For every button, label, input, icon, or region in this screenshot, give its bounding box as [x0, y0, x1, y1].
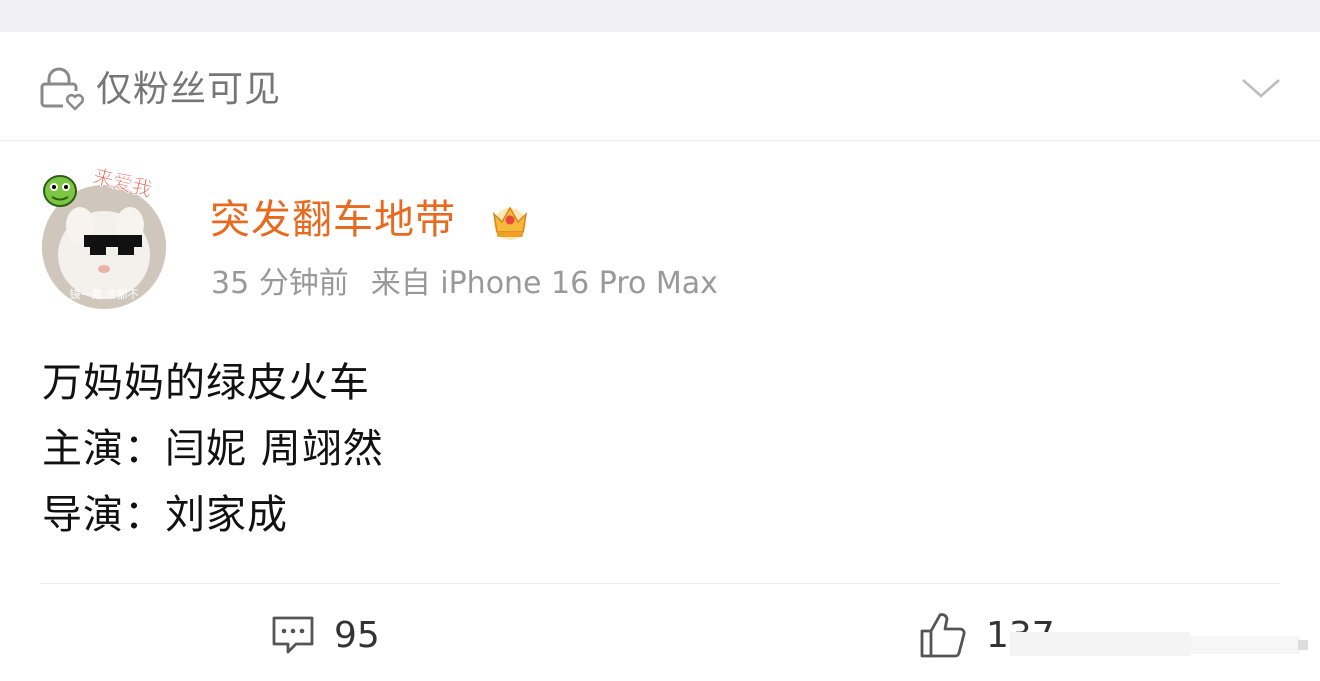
post-line: 导演：刘家成 — [42, 492, 288, 538]
comment-count: 95 — [334, 614, 380, 656]
post-time: 35 分钟前 — [211, 266, 349, 301]
watermark — [1010, 632, 1308, 656]
visibility-bar[interactable]: 仅粉丝可见 — [0, 32, 1320, 141]
comment-icon — [272, 616, 314, 654]
visibility-label: 仅粉丝可见 — [96, 69, 282, 110]
top-strip — [0, 0, 1320, 32]
post-body: 万妈妈的绿皮火车 主演：闫妮 周翊然 导演：刘家成 — [42, 350, 384, 548]
crown-icon — [492, 206, 528, 240]
thumbs-up-icon — [920, 613, 966, 658]
post-line: 万妈妈的绿皮火车 — [42, 360, 370, 406]
lock-heart-icon — [40, 67, 84, 111]
post-line: 主演：闫妮 周翊然 — [42, 426, 384, 472]
chevron-down-icon[interactable] — [1240, 72, 1282, 102]
avatar[interactable]: 镜一戴 谁都不 来爱我 — [40, 165, 168, 311]
divider — [40, 583, 1280, 584]
avatar-caption: 镜一戴 谁都不 — [69, 287, 138, 301]
username[interactable]: 突发翻车地带 — [210, 196, 456, 244]
post-source: 来自 iPhone 16 Pro Max — [370, 266, 718, 301]
comment-button[interactable]: 95 — [270, 610, 380, 660]
post-meta: 35 分钟前 来自 iPhone 16 Pro Max — [211, 265, 740, 303]
